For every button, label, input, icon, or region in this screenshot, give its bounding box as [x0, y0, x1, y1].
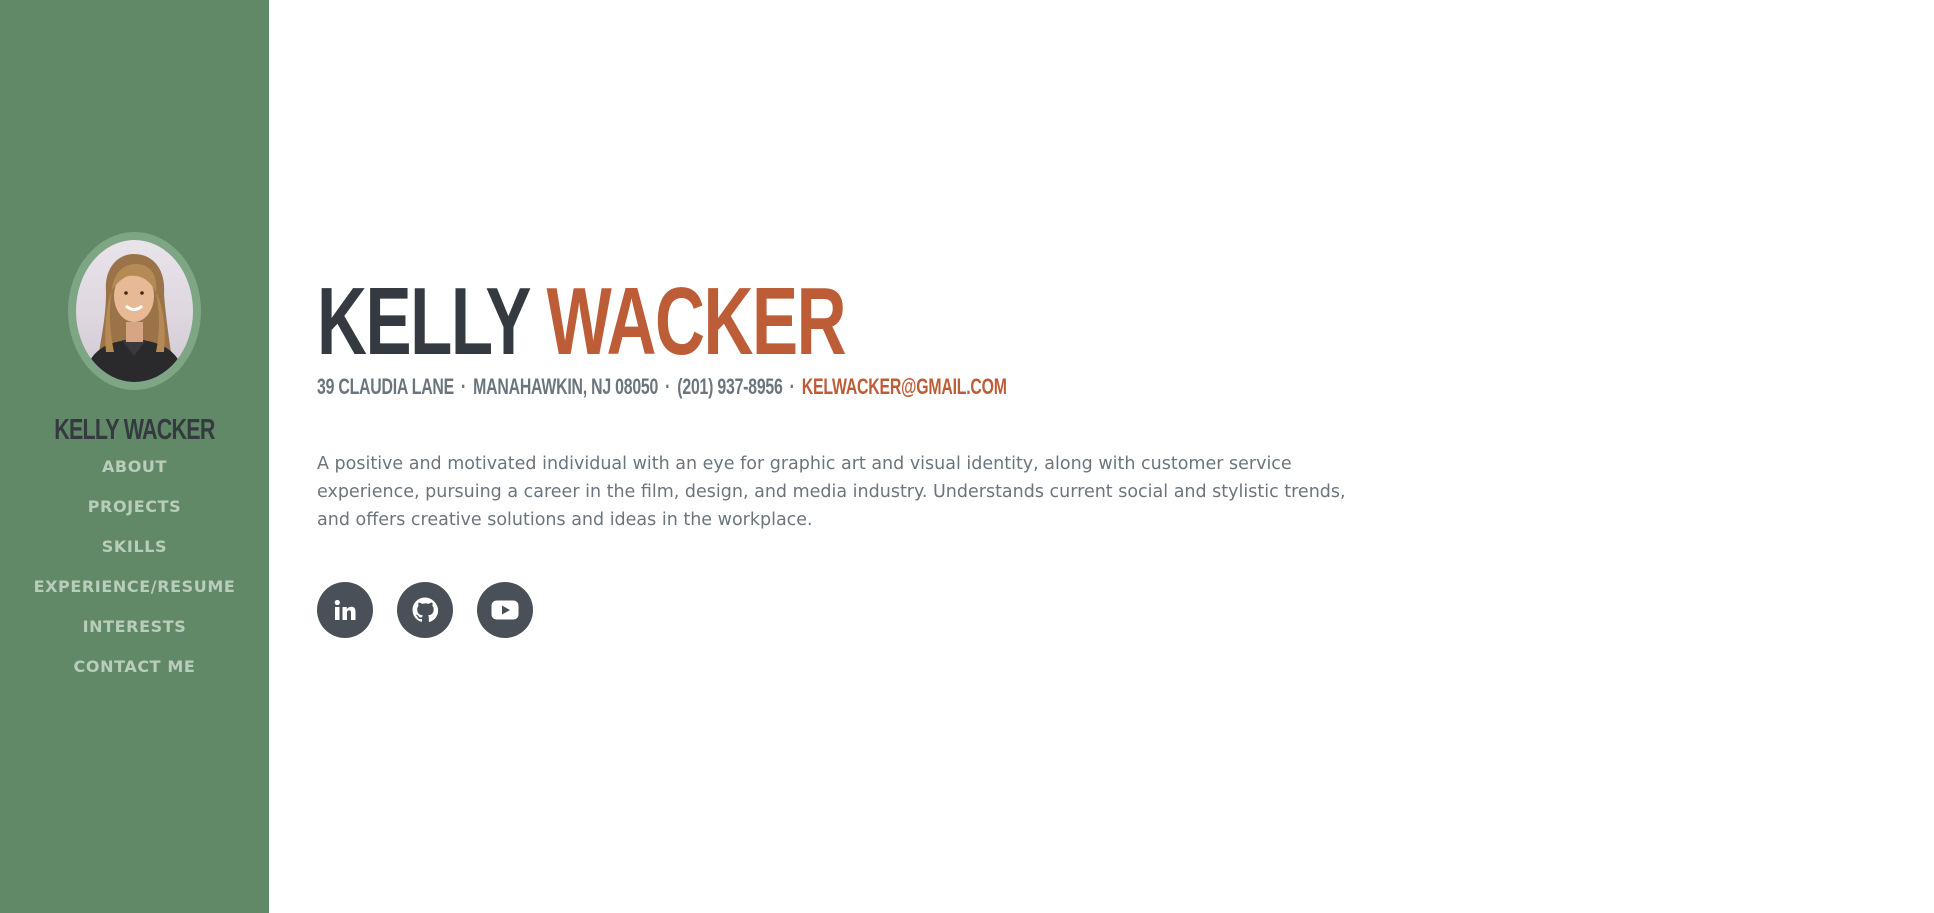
avatar-ring [68, 232, 201, 390]
sidebar-brand[interactable]: Kelly Wacker [54, 413, 215, 447]
city: Manahawkin, NJ 08050 [473, 374, 659, 399]
sidebar: Kelly Wacker ABOUT PROJECTS SKILLS EXPER… [0, 0, 269, 913]
avatar [76, 240, 193, 382]
bio-text: A positive and motivated individual with… [317, 454, 1346, 530]
sidebar-nav: ABOUT PROJECTS SKILLS EXPERIENCE/RESUME … [34, 457, 236, 697]
separator: · [789, 374, 795, 399]
page-title: Kelly Wacker [317, 274, 1109, 370]
nav-item-projects[interactable]: PROJECTS [34, 497, 236, 517]
avatar-photo [84, 254, 186, 382]
email-link[interactable]: kelwacker@gmail.com [802, 374, 1007, 399]
contact-line: 39 Claudia Lane · Manahawkin, NJ 08050 ·… [317, 374, 1109, 400]
about-section: Kelly Wacker 39 Claudia Lane · Manahawki… [317, 274, 1417, 638]
last-name: Wacker [546, 268, 847, 375]
github-button[interactable] [397, 582, 453, 638]
youtube-icon [491, 600, 519, 620]
nav-item-contact-me[interactable]: CONTACT ME [34, 657, 236, 677]
first-name: Kelly [317, 268, 530, 375]
nav-item-about[interactable]: ABOUT [34, 457, 236, 477]
nav-item-interests[interactable]: INTERESTS [34, 617, 236, 637]
phone: (201) 937-8956 [677, 374, 783, 399]
separator: · [461, 374, 467, 399]
github-icon [412, 597, 438, 622]
nav-item-experience-resume[interactable]: EXPERIENCE/RESUME [34, 577, 236, 597]
linkedin-icon [334, 599, 356, 620]
social-icons [317, 582, 1417, 638]
address: 39 Claudia Lane [317, 374, 454, 399]
youtube-button[interactable] [477, 582, 533, 638]
nav-item-skills[interactable]: SKILLS [34, 537, 236, 557]
separator: · [665, 374, 671, 399]
linkedin-button[interactable] [317, 582, 373, 638]
